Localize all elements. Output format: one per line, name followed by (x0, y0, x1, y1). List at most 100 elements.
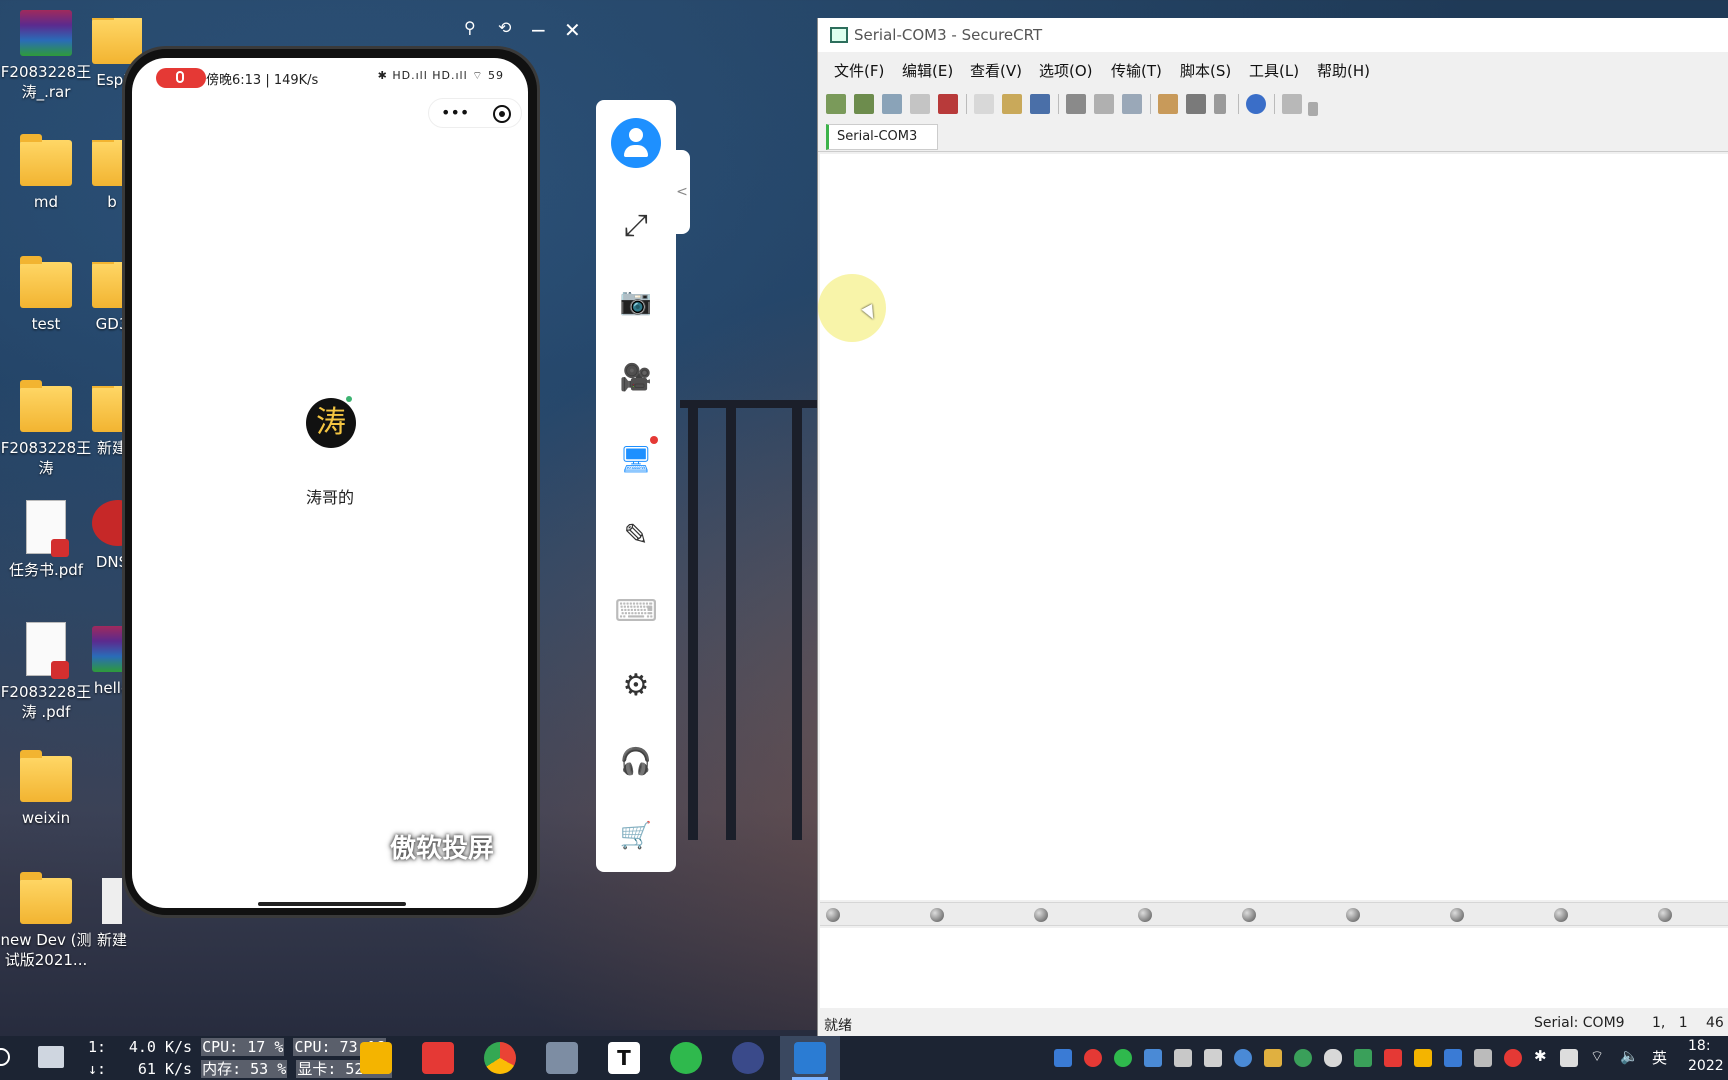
performance-monitor: 1: 4.0 K/s CPU: 17 % CPU: 73 °C ↓: 61 K/s … (88, 1038, 392, 1078)
menu-view[interactable]: 查看(V) (970, 60, 1022, 81)
print-screen-icon[interactable] (1066, 94, 1086, 114)
clock[interactable]: 18: 2022 (1688, 1036, 1728, 1080)
close-miniprogram-icon[interactable] (493, 105, 511, 123)
desktop-icon-task-pdf[interactable]: 任务书.pdf (0, 500, 94, 580)
quick-connect-icon[interactable] (854, 94, 874, 114)
record-icon[interactable]: 🎥 (608, 350, 664, 406)
youdao-icon[interactable] (422, 1042, 454, 1074)
title-bar[interactable]: Serial-COM3 - SecureCRT (818, 18, 1728, 52)
typora-icon[interactable]: T (608, 1042, 640, 1074)
whiteboard-icon[interactable]: ✎ (608, 508, 664, 564)
disconnect-icon[interactable] (938, 94, 958, 114)
help-icon[interactable] (1246, 94, 1266, 114)
more-icon[interactable]: ••• (441, 103, 469, 122)
eclipse-icon[interactable] (732, 1042, 764, 1074)
tray-music-icon[interactable] (1504, 1049, 1522, 1067)
volume-icon[interactable]: 🔈 (1620, 1047, 1639, 1065)
user-icon[interactable] (611, 118, 661, 168)
command-window-splitter[interactable] (820, 902, 1728, 926)
customize-icon[interactable] (1282, 94, 1302, 114)
tray-security-icon[interactable] (1414, 1049, 1432, 1067)
desktop-icon-f2083228-pdf[interactable]: F2083228王涛 .pdf (0, 622, 94, 722)
menu-transfer[interactable]: 传输(T) (1111, 60, 1162, 81)
task-view-icon[interactable] (38, 1046, 64, 1068)
ime-indicator[interactable]: 英 (1652, 1047, 1667, 1068)
tray-record-icon[interactable] (1084, 1049, 1102, 1067)
reconnect-icon[interactable] (910, 94, 930, 114)
desktop-icon-md[interactable]: md (0, 134, 94, 212)
avatar[interactable]: 涛 (306, 398, 356, 448)
session-tabs: Serial-COM3 (818, 122, 1728, 152)
tray-app-icon[interactable] (1144, 1049, 1162, 1067)
home-indicator[interactable] (258, 902, 406, 906)
chrome-icon[interactable] (484, 1042, 516, 1074)
folder-icon (20, 872, 72, 924)
folder-icon (20, 750, 72, 802)
tray-bluetooth-app-icon[interactable] (1234, 1049, 1252, 1067)
apowermirror-icon[interactable] (794, 1042, 826, 1074)
folder-icon (20, 256, 72, 308)
menu-options[interactable]: 选项(O) (1039, 60, 1093, 81)
folder-icon (20, 380, 72, 432)
copy-icon[interactable] (974, 94, 994, 114)
miniprogram-capsule[interactable]: ••• (428, 98, 522, 128)
cart-icon[interactable]: 🛒 (608, 808, 664, 864)
menu-tools[interactable]: 工具(L) (1249, 60, 1299, 81)
tray-shield-icon[interactable] (1354, 1049, 1372, 1067)
collapse-sidebar-button[interactable]: < (674, 150, 690, 234)
tray-mirror-icon[interactable] (1054, 1049, 1072, 1067)
tray-sync-icon[interactable] (1294, 1049, 1312, 1067)
paste-icon[interactable] (1002, 94, 1022, 114)
connect-tab-icon[interactable] (882, 94, 902, 114)
desktop-icon-newdev[interactable]: new Dev (测试版2021... (0, 872, 94, 970)
tab-serial-com3[interactable]: Serial-COM3 (826, 124, 938, 150)
global-options-icon[interactable] (1186, 94, 1206, 114)
wifi-icon[interactable]: ⌔ (1590, 1047, 1604, 1066)
support-icon[interactable]: 🎧 (608, 734, 664, 790)
toolbar-overflow-icon[interactable] (1308, 102, 1318, 116)
desktop-icon-f2083228-folder[interactable]: F2083228王涛 (0, 380, 94, 478)
taskbar: 1: 4.0 K/s CPU: 17 % CPU: 73 °C ↓: 61 K/s … (0, 1036, 1728, 1080)
bluetooth-icon[interactable]: ✱ (1534, 1047, 1547, 1065)
tray-wechat-icon[interactable] (1114, 1049, 1132, 1067)
app-window-icon[interactable] (546, 1042, 578, 1074)
print-icon[interactable] (1122, 94, 1142, 114)
tray-defender-icon[interactable] (1444, 1049, 1462, 1067)
menu-file[interactable]: 文件(F) (834, 60, 884, 81)
desktop-icon-rar[interactable]: F2083228王涛_.rar (0, 10, 94, 102)
tray-mouse-icon[interactable] (1324, 1049, 1342, 1067)
keymap-icon[interactable] (1214, 94, 1226, 114)
tray-device-icon[interactable] (1474, 1049, 1492, 1067)
tray-antivirus-icon[interactable] (1384, 1049, 1402, 1067)
menu-help[interactable]: 帮助(H) (1317, 60, 1370, 81)
tray-feather-icon[interactable] (1174, 1049, 1192, 1067)
session-options-icon[interactable] (1158, 94, 1178, 114)
tray-network-icon[interactable] (1204, 1049, 1222, 1067)
file-explorer-icon[interactable] (360, 1042, 392, 1074)
status-icons: ✱ HD.ıll HD.ıll ⌔ 59 (377, 69, 504, 82)
menu-edit[interactable]: 编辑(E) (902, 60, 953, 81)
command-window[interactable] (820, 928, 1728, 1008)
menu-script[interactable]: 脚本(S) (1180, 60, 1231, 81)
tray-drive-icon[interactable] (1264, 1049, 1282, 1067)
keyboard-icon[interactable]: ⌨ (608, 584, 664, 640)
led-indicator (1242, 908, 1256, 922)
terminal-area[interactable] (818, 154, 1728, 900)
wechat-icon[interactable] (670, 1042, 702, 1074)
minimize-button[interactable]: − (530, 18, 547, 42)
connect-icon[interactable] (826, 94, 846, 114)
pin-icon[interactable]: ⚲ (464, 18, 476, 37)
perf-row-upload: 1: 4.0 K/s CPU: 17 % CPU: 73 °C (88, 1038, 386, 1056)
screenshot-icon[interactable]: 📷 (608, 274, 664, 330)
phone-screen[interactable]: 傍晚6:13 | 149K/s ✱ HD.ıll HD.ıll ⌔ 59 •••… (132, 58, 528, 908)
print-selection-icon[interactable] (1094, 94, 1114, 114)
battery-icon[interactable] (1560, 1049, 1578, 1067)
close-button[interactable]: ✕ (564, 18, 581, 42)
search-icon[interactable] (0, 1048, 10, 1066)
fullscreen-icon[interactable]: ⤢ (608, 198, 664, 254)
find-icon[interactable] (1030, 94, 1050, 114)
restore-icon[interactable]: ⟲ (498, 18, 511, 37)
settings-icon[interactable]: ⚙ (608, 658, 664, 714)
desktop-icon-test[interactable]: test (0, 256, 94, 334)
desktop-icon-weixin[interactable]: weixin (0, 750, 94, 828)
